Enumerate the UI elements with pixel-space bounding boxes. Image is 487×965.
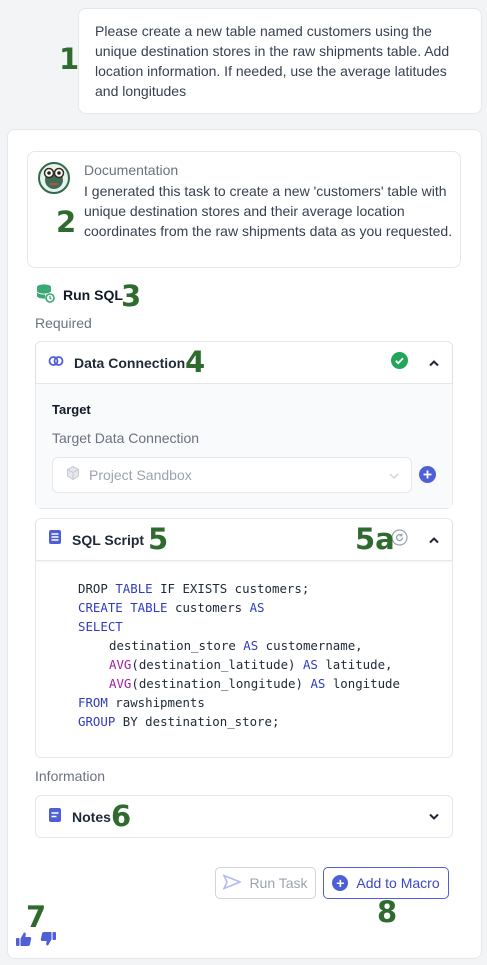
code-line: destination_store AS customername, [109, 638, 363, 653]
send-icon [222, 873, 243, 893]
annotation-marker-5a: 5a [355, 522, 395, 556]
linked-rings-icon [48, 354, 64, 372]
cube-icon [65, 465, 81, 486]
task-header: Run SQL [35, 283, 123, 308]
run-task-button[interactable]: Run Task [215, 867, 316, 899]
code-line: AVG(destination_longitude) AS longitude [109, 676, 400, 691]
chevron-down-icon [389, 466, 399, 484]
chevron-up-icon[interactable] [428, 531, 440, 549]
target-section: Target Target Data Connection Project Sa… [36, 384, 452, 508]
data-connection-header[interactable]: Data Connection [36, 342, 452, 384]
annotation-marker-4: 4 [185, 345, 206, 379]
code-line: SELECT [78, 619, 123, 634]
document-lines-icon [48, 529, 62, 550]
annotation-marker-5: 5 [148, 522, 169, 556]
plus-circle-icon [423, 470, 432, 479]
selected-connection-value: Project Sandbox [89, 467, 192, 483]
code-line: FROM rawshipments [78, 695, 205, 710]
chevron-up-icon[interactable] [428, 354, 440, 372]
plus-circle-icon: + [332, 875, 349, 891]
annotation-marker-1: 1 [59, 42, 80, 76]
database-refresh-icon [35, 283, 55, 308]
code-line: GROUP BY destination_store; [78, 714, 280, 729]
documentation-card: Documentation I generated this task to c… [27, 151, 461, 268]
annotation-marker-3: 3 [121, 279, 142, 313]
run-task-label: Run Task [249, 875, 308, 891]
target-title: Target [52, 402, 91, 417]
documentation-text: I generated this task to create a new 'c… [84, 183, 453, 239]
chevron-down-icon[interactable] [428, 808, 440, 826]
user-message-text: Please create a new table named customer… [95, 23, 450, 99]
add-to-macro-label: Add to Macro [356, 875, 440, 891]
sql-script-title: SQL Script [72, 531, 145, 548]
target-connection-select[interactable]: Project Sandbox [52, 457, 412, 493]
data-connection-title: Data Connection [74, 354, 186, 371]
task-name: Run SQL [63, 287, 123, 303]
documentation-title: Documentation [84, 162, 179, 178]
annotation-marker-2: 2 [56, 205, 77, 239]
check-circle-icon [391, 351, 408, 374]
add-connection-button[interactable] [419, 466, 436, 483]
feedback-buttons [15, 931, 57, 952]
robot-avatar-icon [38, 162, 70, 194]
code-line: DROP TABLE IF EXISTS customers; [78, 581, 310, 596]
annotation-marker-7: 7 [26, 900, 47, 934]
notes-icon [48, 807, 62, 828]
notes-card: Notes [35, 795, 453, 838]
code-line: AVG(destination_latitude) AS latitude, [109, 657, 393, 672]
user-message-bubble: Please create a new table named customer… [78, 8, 482, 114]
required-section-label: Required [35, 315, 92, 331]
thumbs-down-icon[interactable] [40, 931, 57, 952]
thumbs-up-icon[interactable] [15, 931, 32, 952]
notes-title: Notes [72, 809, 111, 825]
information-section-label: Information [35, 768, 106, 784]
code-line: CREATE TABLE customers AS [78, 600, 265, 615]
target-data-connection-label: Target Data Connection [52, 430, 200, 446]
notes-header[interactable]: Notes [36, 796, 452, 838]
sql-code-editor[interactable]: DROP TABLE IF EXISTS customers; CREATE T… [52, 579, 436, 741]
annotation-marker-8: 8 [377, 895, 398, 929]
data-connection-card: Data Connection Target Target Data Conne… [35, 341, 453, 509]
annotation-marker-6: 6 [111, 799, 132, 833]
